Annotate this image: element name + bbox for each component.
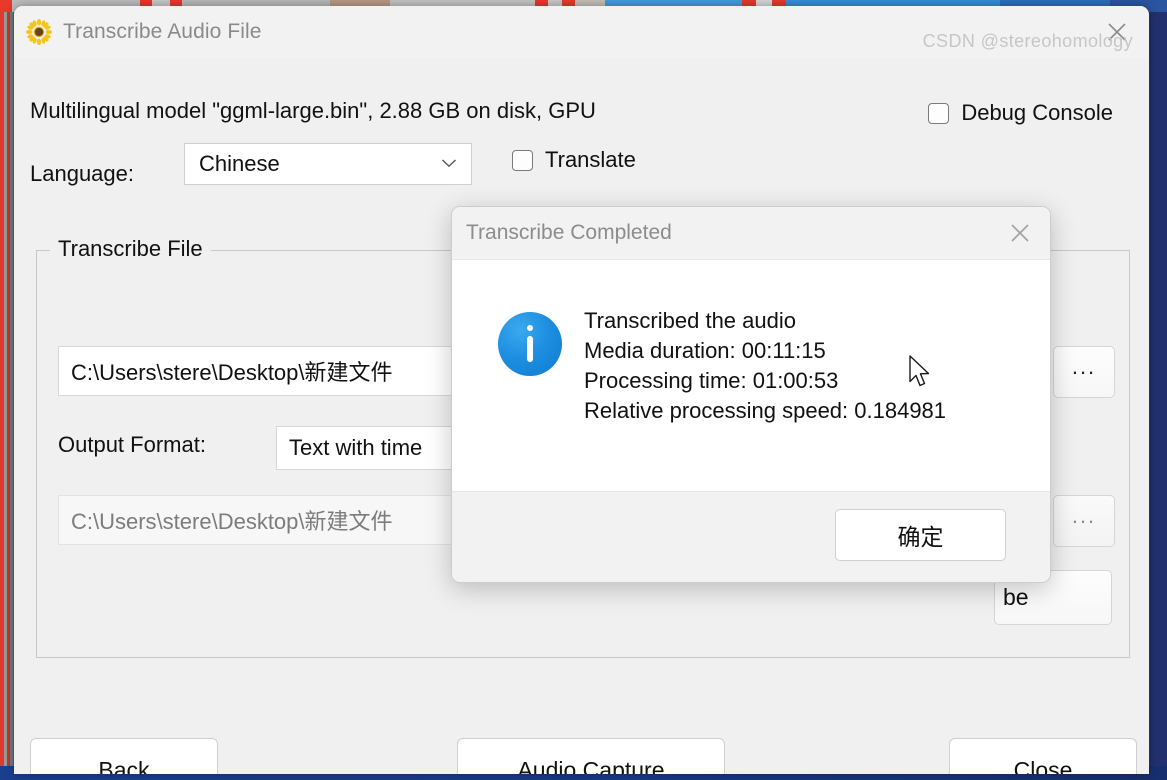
dialog-footer: 确定 (452, 491, 1050, 582)
translate-checkbox-box[interactable] (512, 149, 533, 171)
dialog-close-icon[interactable] (990, 207, 1050, 259)
output-format-value: Text with time (289, 435, 423, 460)
transcribe-completed-dialog: Transcribe Completed Transcribed the aud… (451, 206, 1051, 583)
info-icon-stem (527, 336, 533, 362)
window-title: Transcribe Audio File (63, 20, 262, 43)
watermark-label: CSDN @stereohomology (922, 31, 1133, 51)
debug-console-checkbox[interactable]: Debug Console (928, 100, 1113, 126)
close-button[interactable]: Close (949, 738, 1137, 774)
debug-console-checkbox-box[interactable] (928, 102, 950, 124)
output-file-browse-button[interactable]: ... (1053, 495, 1115, 547)
language-label: Language: (30, 161, 134, 186)
info-icon (498, 312, 562, 376)
transcribe-file-group-title: Transcribe File (50, 236, 211, 262)
translate-checkbox[interactable]: Translate (512, 147, 636, 173)
dialog-title: Transcribe Completed (466, 221, 672, 244)
output-format-label: Output Format: (58, 432, 206, 457)
audio-capture-button[interactable]: Audio Capture (457, 738, 725, 774)
sunflower-icon (24, 17, 54, 47)
chevron-down-icon (441, 155, 457, 173)
translate-label: Translate (545, 147, 636, 172)
input-file-browse-button[interactable]: ... (1053, 346, 1115, 398)
language-select-value: Chinese (199, 151, 280, 176)
model-info-label: Multilingual model "ggml-large.bin", 2.8… (30, 98, 596, 123)
dialog-body: Transcribed the audio Media duration: 00… (452, 260, 1050, 491)
output-file-path-value: C:\Users\stere\Desktop\新建文件 (71, 509, 393, 534)
info-icon-dot (527, 325, 533, 331)
input-file-path-value: C:\Users\stere\Desktop\新建文件 (71, 360, 393, 385)
debug-console-label: Debug Console (961, 100, 1113, 125)
language-select[interactable]: Chinese (184, 143, 472, 185)
back-button[interactable]: Back (30, 738, 218, 774)
dialog-ok-button[interactable]: 确定 (835, 509, 1006, 561)
dialog-message: Transcribed the audio Media duration: 00… (584, 308, 947, 423)
dialog-titlebar: Transcribe Completed (452, 207, 1050, 260)
